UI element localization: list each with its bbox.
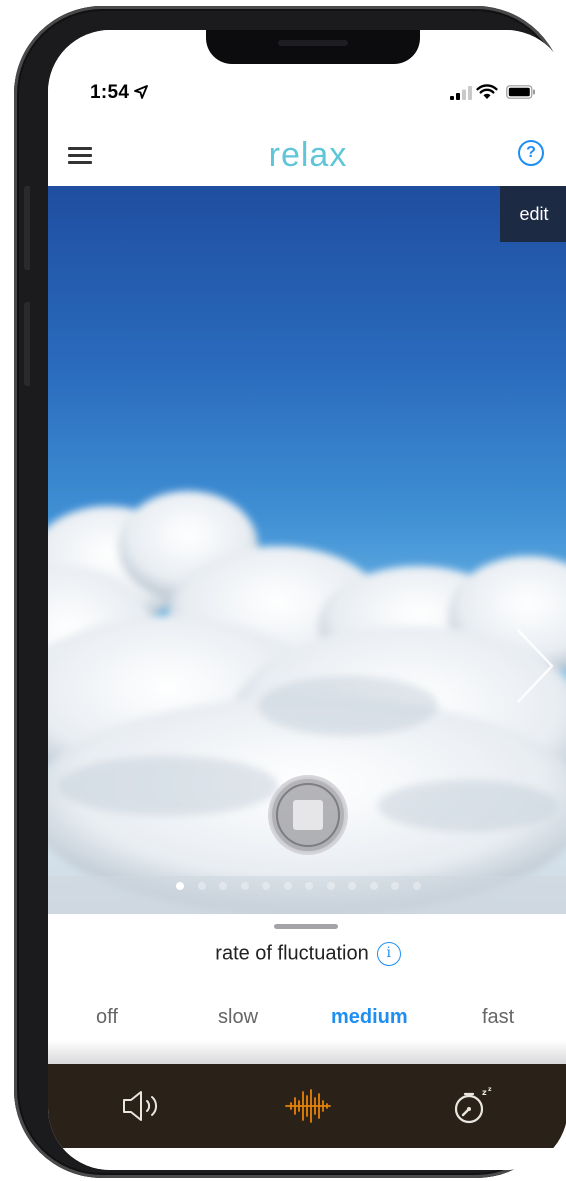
- panel-shadow: [48, 1040, 566, 1064]
- page-dot[interactable]: [283, 882, 292, 890]
- chevron-right-icon[interactable]: [512, 626, 558, 706]
- page-title: relax: [268, 136, 348, 174]
- page-dot[interactable]: [369, 882, 378, 890]
- bottom-toolbar: z z: [48, 1064, 566, 1148]
- status-time: 1:54: [90, 82, 130, 103]
- question-mark-icon[interactable]: ?: [518, 140, 544, 166]
- rate-label: rate of fluctuation: [215, 942, 369, 965]
- option-fast[interactable]: fast: [482, 1006, 514, 1029]
- page-dot[interactable]: [412, 882, 421, 890]
- svg-text:z: z: [482, 1088, 487, 1097]
- sky-image[interactable]: edit: [48, 186, 566, 914]
- home-indicator-area: [48, 1148, 566, 1170]
- page-indicator[interactable]: [176, 882, 440, 892]
- page-dot[interactable]: [219, 882, 227, 890]
- wifi-icon: [476, 84, 498, 99]
- option-slow[interactable]: slow: [218, 1006, 258, 1029]
- battery-icon: [506, 85, 535, 99]
- page-dot[interactable]: [348, 882, 356, 890]
- app-screen: 1:54 relax ? edit rate of fluctuation i …: [48, 30, 566, 1170]
- side-button: [24, 186, 30, 270]
- page-dot[interactable]: [262, 882, 270, 890]
- sleep-timer-icon[interactable]: z z: [444, 1084, 500, 1128]
- page-dot[interactable]: [305, 882, 313, 890]
- device-notch: [206, 30, 420, 64]
- svg-text:z: z: [488, 1086, 492, 1093]
- page-dot[interactable]: [197, 882, 206, 890]
- option-off[interactable]: off: [96, 1006, 118, 1029]
- fluctuation-panel: rate of fluctuation i off slow medium fas…: [48, 914, 566, 1064]
- phone-frame: 1:54 relax ? edit rate of fluctuation i …: [14, 6, 566, 1178]
- signal-icon: [450, 86, 472, 100]
- location-arrow-icon: [134, 85, 148, 99]
- info-icon[interactable]: i: [376, 942, 401, 966]
- page-dot[interactable]: [176, 882, 184, 890]
- rate-row: rate of fluctuation i: [48, 942, 566, 966]
- stop-icon[interactable]: [267, 774, 349, 856]
- waveform-icon[interactable]: [280, 1084, 336, 1128]
- page-dot[interactable]: [240, 882, 249, 890]
- side-button: [24, 302, 30, 386]
- edit-button[interactable]: edit: [500, 186, 566, 242]
- drag-handle[interactable]: [274, 924, 338, 929]
- page-dot[interactable]: [326, 882, 335, 890]
- volume-icon[interactable]: [116, 1084, 172, 1128]
- page-dot[interactable]: [391, 882, 399, 890]
- nav-bar: relax ?: [48, 128, 566, 186]
- fluctuation-options: off slow medium fast: [48, 1006, 566, 1036]
- option-medium[interactable]: medium: [331, 1006, 408, 1029]
